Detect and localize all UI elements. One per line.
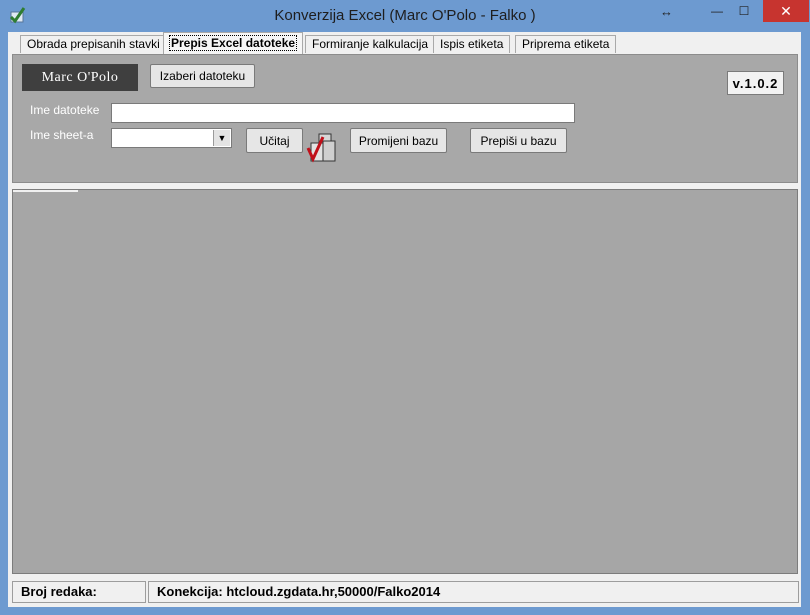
- resize-icon[interactable]: ↔: [660, 4, 673, 19]
- marc-opolo-logo: Marc O'Polo: [22, 64, 138, 91]
- excel-import-panel: Marc O'Polo Izaberi datoteku v.1.0.2 Ime…: [12, 54, 798, 183]
- data-grid[interactable]: [12, 189, 798, 574]
- window-title: Konverzija Excel (Marc O'Polo - Falko ): [274, 7, 536, 24]
- sheet-select[interactable]: ▼: [111, 128, 232, 148]
- change-database-button[interactable]: Promijeni bazu: [350, 128, 447, 153]
- tab-label: Prepis Excel datoteke: [168, 35, 298, 51]
- client-area: Obrada prepisanih stavki Prepis Excel da…: [8, 32, 801, 607]
- choose-file-button[interactable]: Izaberi datoteku: [150, 64, 255, 88]
- row-count-status: Broj redaka:: [12, 581, 146, 603]
- tab-label: Ispis etiketa: [440, 37, 504, 51]
- title-bar[interactable]: Konverzija Excel (Marc O'Polo - Falko ) …: [0, 0, 810, 32]
- tab-obrada-prepisanih-stavki[interactable]: Obrada prepisanih stavki: [20, 35, 167, 53]
- filename-input[interactable]: [111, 103, 575, 123]
- copy-to-database-button[interactable]: Prepiši u bazu: [470, 128, 567, 153]
- sheet-label: Ime sheet-a: [30, 128, 94, 142]
- connection-status: Konekcija: htcloud.zgdata.hr,50000/Falko…: [148, 581, 799, 603]
- tab-label: Formiranje kalkulacija: [312, 37, 429, 51]
- app-window: Konverzija Excel (Marc O'Polo - Falko ) …: [0, 0, 810, 615]
- database-check-icon: [306, 133, 336, 163]
- tab-ispis-etiketa[interactable]: Ispis etiketa: [433, 35, 511, 53]
- tab-label: Priprema etiketa: [522, 37, 610, 51]
- tab-prepis-excel-datoteke[interactable]: Prepis Excel datoteke: [163, 32, 304, 54]
- tab-formiranje-kalkulacija[interactable]: Formiranje kalkulacija: [305, 35, 436, 53]
- status-bar: Broj redaka: Konekcija: htcloud.zgdata.h…: [8, 577, 801, 607]
- tab-label: Obrada prepisanih stavki: [27, 37, 160, 51]
- load-button[interactable]: Učitaj: [246, 128, 303, 153]
- version-badge: v.1.0.2: [727, 71, 784, 95]
- chevron-down-icon[interactable]: ▼: [213, 130, 230, 146]
- close-button[interactable]: ✕: [763, 0, 809, 22]
- filename-label: Ime datoteke: [30, 103, 100, 117]
- tab-priprema-etiketa[interactable]: Priprema etiketa: [515, 35, 617, 53]
- maximize-button[interactable]: ☐: [727, 0, 761, 22]
- grid-header-cell: [13, 190, 78, 192]
- tab-bar: Obrada prepisanih stavki Prepis Excel da…: [8, 32, 801, 54]
